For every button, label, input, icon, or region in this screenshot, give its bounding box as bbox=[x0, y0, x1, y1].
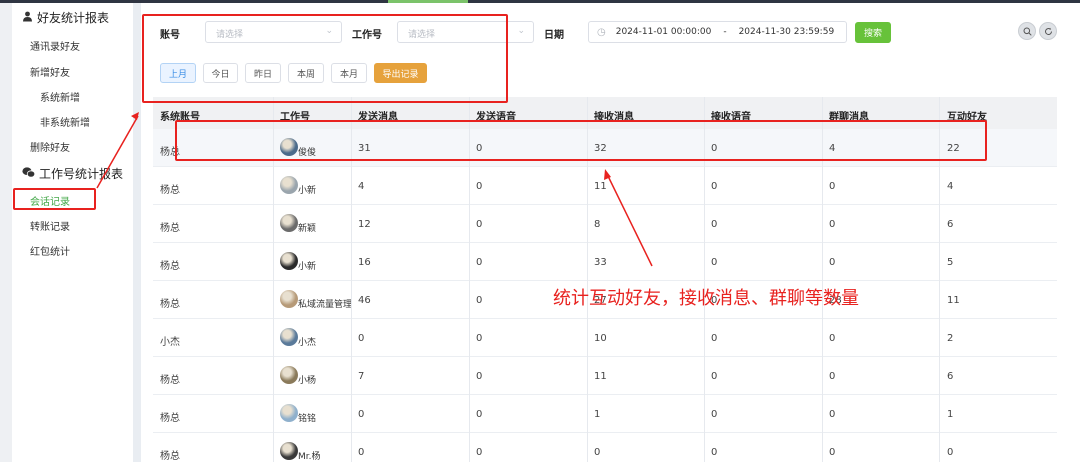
annotation-text: 统计互动好友，接收消息、群聊等数量 bbox=[553, 288, 859, 309]
annotation-arrows bbox=[96, 112, 653, 267]
app-root: 好友统计报表 通讯录好友 新增好友 系统新增 非系统新增 删除好友 工作号统计报… bbox=[0, 0, 1080, 462]
